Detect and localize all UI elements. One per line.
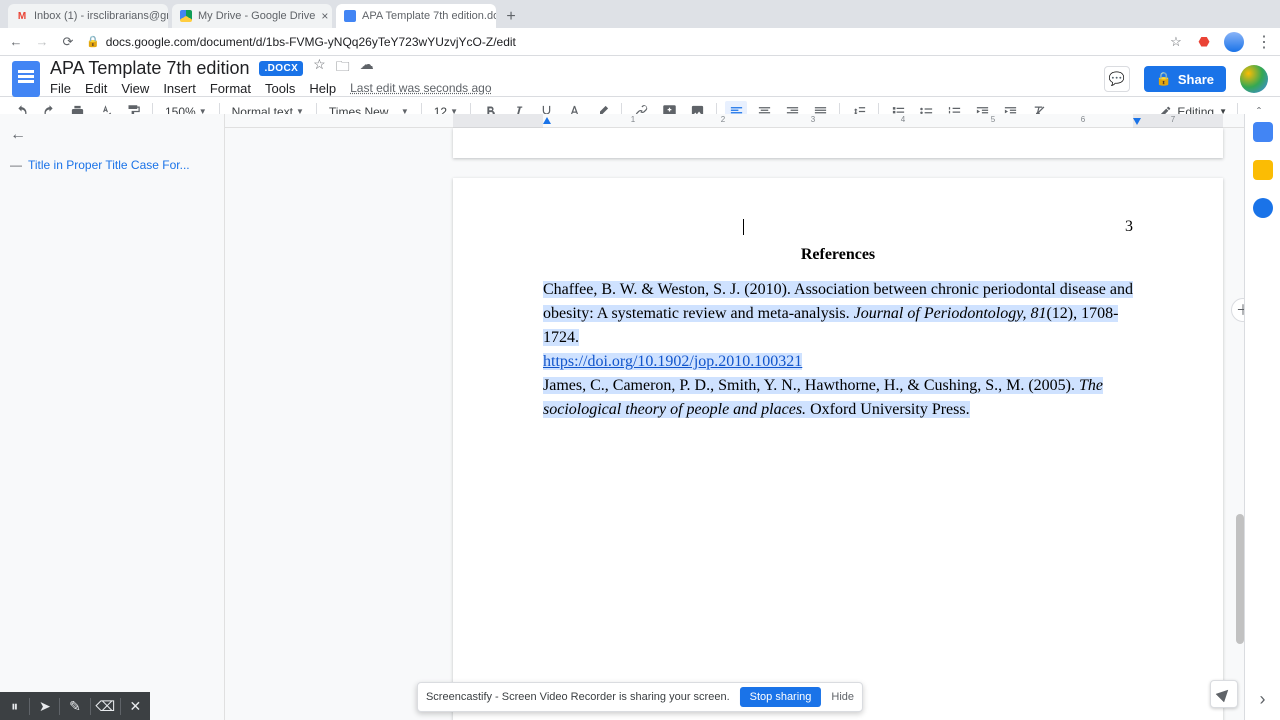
previous-page-edge: [453, 128, 1223, 158]
extension-icon[interactable]: ⬣: [1196, 34, 1212, 50]
side-panel: ›: [1244, 114, 1280, 720]
nav-back-icon[interactable]: ←: [8, 34, 24, 50]
menu-help[interactable]: Help: [309, 81, 336, 96]
menu-edit[interactable]: Edit: [85, 81, 107, 96]
workspace: ← — Title in Proper Title Case For... 1 …: [0, 114, 1280, 720]
tab-label: My Drive - Google Drive: [198, 10, 315, 22]
outline-pane: ← — Title in Proper Title Case For...: [0, 114, 225, 720]
keep-icon[interactable]: [1253, 160, 1273, 180]
hide-button[interactable]: Hide: [831, 691, 854, 703]
eraser-icon[interactable]: ⌫: [90, 698, 120, 715]
url-field[interactable]: 🔒 docs.google.com/document/d/1bs-FVMG-yN…: [86, 35, 1158, 49]
comment-history-icon[interactable]: 💬: [1104, 66, 1130, 92]
star-icon[interactable]: ☆: [1168, 34, 1184, 50]
outline-item[interactable]: — Title in Proper Title Case For...: [10, 158, 214, 172]
side-panel-expand-icon[interactable]: ›: [1260, 689, 1266, 710]
menu-insert[interactable]: Insert: [163, 81, 196, 96]
screenshare-message: Screencastify - Screen Video Recorder is…: [426, 691, 730, 703]
account-avatar[interactable]: [1240, 65, 1268, 93]
document-canvas[interactable]: 1 2 3 4 5 6 7 3 References Chaffee, B. W…: [225, 114, 1244, 720]
reference-entry-1[interactable]: Chaffee, B. W. & Weston, S. J. (2010). A…: [543, 278, 1133, 374]
tasks-icon[interactable]: [1253, 198, 1273, 218]
screencastify-toolbar: ⏸ ➤ ✎ ⌫ ✕: [0, 692, 150, 720]
page-number: 3: [1125, 218, 1133, 236]
outline-item-label: Title in Proper Title Case For...: [28, 158, 190, 172]
horizontal-ruler[interactable]: 1 2 3 4 5 6 7: [225, 114, 1244, 128]
pause-icon[interactable]: ⏸: [0, 698, 29, 715]
browser-tab-drive[interactable]: My Drive - Google Drive ×: [172, 4, 332, 28]
document-title[interactable]: APA Template 7th edition: [50, 58, 249, 79]
lock-icon: 🔒: [86, 35, 100, 48]
pen-icon[interactable]: ✎: [59, 698, 89, 715]
cursor-icon[interactable]: ➤: [29, 698, 59, 715]
close-icon[interactable]: ×: [321, 9, 328, 23]
new-tab-button[interactable]: +: [500, 6, 522, 28]
drive-icon: [180, 10, 192, 22]
browser-tab-gmail[interactable]: M Inbox (1) - irsclibrarians@gma ×: [8, 4, 168, 28]
reference-entry-2[interactable]: James, C., Cameron, P. D., Smith, Y. N.,…: [543, 374, 1133, 422]
menu-tools[interactable]: Tools: [265, 81, 295, 96]
gmail-icon: M: [16, 10, 28, 22]
move-icon[interactable]: 🗀: [336, 56, 350, 80]
browser-tab-docs[interactable]: APA Template 7th edition.doc ×: [336, 4, 496, 28]
tab-label: APA Template 7th edition.doc: [362, 10, 496, 22]
outline-back-icon[interactable]: ←: [10, 126, 214, 144]
share-label: Share: [1178, 72, 1214, 87]
chrome-menu-icon[interactable]: ⋮: [1256, 32, 1272, 52]
calendar-icon[interactable]: [1253, 122, 1273, 142]
nav-forward-icon: →: [34, 34, 50, 50]
docs-header: APA Template 7th edition .DOCX ☆ 🗀 ☁ Fil…: [0, 56, 1280, 97]
text-cursor: [743, 219, 744, 235]
menu-file[interactable]: File: [50, 81, 71, 96]
screenshare-notice: Screencastify - Screen Video Recorder is…: [417, 682, 863, 712]
menu-format[interactable]: Format: [210, 81, 251, 96]
scrollbar-thumb[interactable]: [1236, 514, 1244, 644]
vertical-ruler[interactable]: [225, 128, 235, 720]
profile-avatar[interactable]: [1224, 32, 1244, 52]
reload-icon[interactable]: ⟳: [60, 34, 76, 50]
star-icon[interactable]: ☆: [313, 56, 326, 80]
lock-icon: 🔒: [1156, 71, 1172, 87]
url-text: docs.google.com/document/d/1bs-FVMG-yNQq…: [106, 35, 516, 49]
cloud-icon[interactable]: ☁: [360, 56, 374, 80]
last-edit-text[interactable]: Last edit was seconds ago: [350, 81, 491, 95]
doi-link[interactable]: https://doi.org/10.1902/jop.2010.100321: [543, 353, 802, 370]
close-icon[interactable]: ✕: [120, 698, 150, 715]
docs-logo-icon[interactable]: [12, 61, 40, 97]
share-button[interactable]: 🔒 Share: [1144, 66, 1226, 92]
docs-icon: [344, 10, 356, 22]
explore-button[interactable]: [1210, 680, 1238, 708]
browser-tab-strip: M Inbox (1) - irsclibrarians@gma × My Dr…: [0, 0, 1280, 28]
outline-bullet-icon: —: [10, 158, 22, 172]
stop-sharing-button[interactable]: Stop sharing: [740, 687, 822, 707]
menu-view[interactable]: View: [121, 81, 149, 96]
address-bar: ← → ⟳ 🔒 docs.google.com/document/d/1bs-F…: [0, 28, 1280, 56]
references-heading: References: [543, 246, 1133, 264]
tab-label: Inbox (1) - irsclibrarians@gma: [34, 10, 168, 22]
add-comment-button[interactable]: ＋: [1231, 298, 1244, 322]
docx-badge: .DOCX: [259, 61, 303, 76]
document-page[interactable]: 3 References Chaffee, B. W. & Weston, S.…: [453, 178, 1223, 720]
